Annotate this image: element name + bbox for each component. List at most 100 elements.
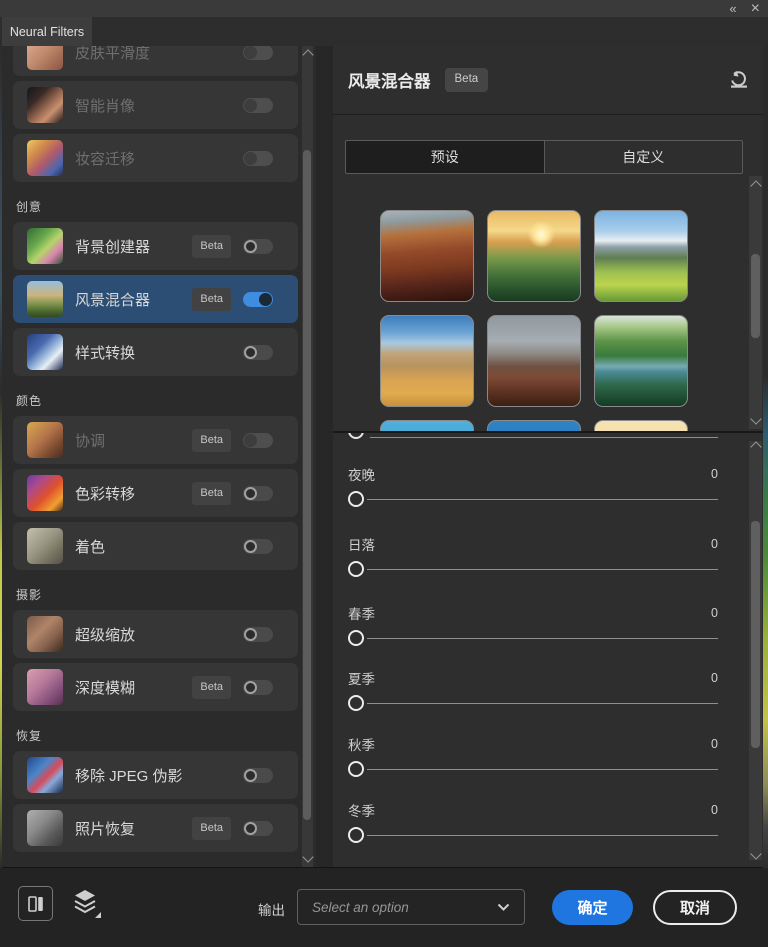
preset-thumbnail-partial[interactable] bbox=[380, 420, 474, 431]
filter-row-colorize[interactable]: 着色 Beta bbox=[13, 522, 298, 570]
filter-toggle[interactable] bbox=[243, 46, 273, 60]
filter-row-super-zoom[interactable]: 超级缩放 Beta bbox=[13, 610, 298, 658]
slider-handle[interactable] bbox=[348, 561, 364, 577]
scroll-down-icon[interactable] bbox=[750, 413, 761, 424]
slider-handle[interactable] bbox=[348, 695, 364, 711]
slider-track[interactable] bbox=[367, 769, 718, 770]
filter-row-background-creator[interactable]: 背景创建器 Beta bbox=[13, 222, 298, 270]
filter-row-jpeg-artifacts-removal[interactable]: 移除 JPEG 伪影 Beta bbox=[13, 751, 298, 799]
background-photo-sliver-right bbox=[763, 46, 768, 868]
neural-filters-tab[interactable]: Neural Filters bbox=[2, 17, 92, 46]
detail-header: 风景混合器 Beta bbox=[333, 46, 763, 115]
filter-toggle[interactable] bbox=[243, 627, 273, 642]
output-select-value: Select an option bbox=[312, 900, 497, 915]
filter-toggle[interactable] bbox=[243, 239, 273, 254]
tab-presets[interactable]: 预设 bbox=[346, 141, 544, 173]
scroll-up-icon[interactable] bbox=[302, 49, 313, 60]
filter-label: 样式转换 bbox=[75, 342, 243, 363]
filter-toggle[interactable] bbox=[243, 768, 273, 783]
preset-scrollbar[interactable] bbox=[749, 176, 762, 429]
filter-toggle[interactable] bbox=[243, 821, 273, 836]
scroll-up-icon[interactable] bbox=[750, 180, 761, 191]
filter-toggle[interactable] bbox=[243, 292, 273, 307]
slider-value: 0 bbox=[711, 671, 718, 685]
slider-track[interactable] bbox=[367, 638, 718, 639]
scroll-down-icon[interactable] bbox=[302, 851, 313, 862]
tab-custom[interactable]: 自定义 bbox=[544, 141, 743, 173]
filter-toggle[interactable] bbox=[243, 486, 273, 501]
scroll-up-icon[interactable] bbox=[750, 441, 761, 452]
slider-spring: 春季 0 bbox=[348, 605, 718, 651]
filter-thumbnail bbox=[27, 757, 63, 793]
close-panel-icon[interactable]: × bbox=[751, 1, 760, 17]
slider-handle[interactable] bbox=[348, 491, 364, 507]
filter-row-skin-smoothing[interactable]: 皮肤平滑度 Beta bbox=[13, 46, 298, 76]
slider-handle-partial[interactable] bbox=[348, 433, 364, 439]
slider-scrollbar-thumb[interactable] bbox=[751, 521, 760, 748]
slider-handle[interactable] bbox=[348, 630, 364, 646]
filter-label: 协调 bbox=[75, 430, 192, 451]
filter-thumbnail bbox=[27, 475, 63, 511]
ok-button[interactable]: 确定 bbox=[552, 890, 633, 925]
filter-toggle[interactable] bbox=[243, 151, 273, 166]
split-preview-button[interactable] bbox=[18, 886, 53, 921]
preset-scrollbar-thumb[interactable] bbox=[751, 254, 760, 338]
preset-thumbnail-partial[interactable] bbox=[487, 420, 581, 431]
filter-label: 着色 bbox=[75, 536, 243, 557]
slider-handle[interactable] bbox=[348, 761, 364, 777]
preset-custom-tabs: 预设 自定义 bbox=[345, 140, 743, 174]
filter-label: 智能肖像 bbox=[75, 95, 243, 116]
scroll-down-icon[interactable] bbox=[750, 848, 761, 859]
filter-label: 背景创建器 bbox=[75, 236, 192, 257]
detail-title: 风景混合器 bbox=[348, 68, 431, 92]
filter-toggle[interactable] bbox=[243, 98, 273, 113]
filter-row-smart-portrait[interactable]: 智能肖像 Beta bbox=[13, 81, 298, 129]
filter-row-landscape-mixer[interactable]: 风景混合器 Beta bbox=[13, 275, 298, 323]
sidebar-scrollbar-thumb[interactable] bbox=[303, 150, 311, 820]
section-label-restoration: 恢复 bbox=[16, 727, 298, 741]
beta-badge: Beta bbox=[192, 429, 231, 452]
filter-thumbnail bbox=[27, 669, 63, 705]
preset-thumbnail-monument-valley[interactable] bbox=[487, 315, 581, 407]
slider-value: 0 bbox=[711, 737, 718, 751]
filter-toggle[interactable] bbox=[243, 345, 273, 360]
cancel-button[interactable]: 取消 bbox=[653, 890, 737, 925]
filter-row-style-transfer[interactable]: 样式转换 Beta bbox=[13, 328, 298, 376]
filter-thumbnail bbox=[27, 616, 63, 652]
preset-thumbnail-desert-rocks[interactable] bbox=[380, 315, 474, 407]
chevron-down-icon bbox=[497, 903, 510, 911]
output-select[interactable]: Select an option bbox=[297, 889, 525, 925]
slider-winter: 冬季 0 bbox=[348, 802, 718, 848]
slider-scrollbar[interactable] bbox=[749, 441, 762, 860]
filter-row-color-transfer[interactable]: 色彩转移 Beta bbox=[13, 469, 298, 517]
slider-track[interactable] bbox=[367, 835, 718, 836]
sidebar-scrollbar[interactable] bbox=[302, 46, 313, 868]
slider-sunset: 日落 0 bbox=[348, 536, 718, 582]
filter-toggle[interactable] bbox=[243, 539, 273, 554]
filter-toggle[interactable] bbox=[243, 433, 273, 448]
slider-track[interactable] bbox=[367, 703, 718, 704]
filter-row-depth-blur[interactable]: 深度模糊 Beta bbox=[13, 663, 298, 711]
preset-thumbnail-sunset-meadow[interactable] bbox=[487, 210, 581, 302]
slider-track[interactable] bbox=[367, 499, 718, 500]
filter-row-photo-restoration[interactable]: 照片恢复 Beta bbox=[13, 804, 298, 852]
panel-header-strip: « × bbox=[0, 0, 768, 17]
filter-row-makeup-transfer[interactable]: 妆容迁移 Beta bbox=[13, 134, 298, 182]
preset-thumbnail-mountain-meadow[interactable] bbox=[594, 210, 688, 302]
preset-thumbnail-canyon[interactable] bbox=[380, 210, 474, 302]
reset-filter-icon[interactable] bbox=[728, 69, 750, 91]
filter-thumbnail bbox=[27, 140, 63, 176]
slider-track[interactable] bbox=[367, 569, 718, 570]
slider-track-partial[interactable] bbox=[370, 437, 718, 438]
preset-thumbnail-partial[interactable] bbox=[594, 420, 688, 431]
filter-row-harmonization[interactable]: 协调 Beta bbox=[13, 416, 298, 464]
panel-divider-gutter bbox=[316, 46, 333, 868]
output-label: 输出 bbox=[258, 899, 285, 919]
slider-handle[interactable] bbox=[348, 827, 364, 843]
section-label-color: 颜色 bbox=[16, 392, 298, 406]
filter-label: 超级缩放 bbox=[75, 624, 243, 645]
show-layers-button[interactable] bbox=[72, 888, 102, 920]
filter-toggle[interactable] bbox=[243, 680, 273, 695]
preset-thumbnail-forest-river[interactable] bbox=[594, 315, 688, 407]
collapse-panel-icon[interactable]: « bbox=[729, 2, 736, 15]
